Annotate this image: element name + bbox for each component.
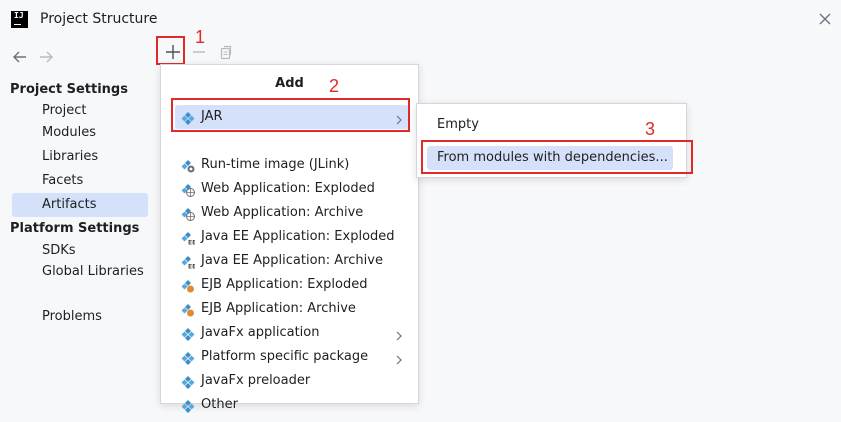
annotation-number-2: 2 <box>329 76 340 96</box>
web-icon <box>181 182 195 197</box>
svg-text:EE: EE <box>188 240 195 246</box>
sidebar-item-project[interactable]: Project <box>12 99 148 123</box>
title-bar: IJ Project Structure <box>0 0 841 40</box>
chevron-right-icon <box>395 327 403 341</box>
sidebar-item-modules[interactable]: Modules <box>12 121 148 145</box>
artifact-icon <box>181 398 195 413</box>
back-arrow-icon[interactable] <box>10 48 30 66</box>
ejb-icon <box>181 278 195 293</box>
svg-text:EE: EE <box>188 264 195 270</box>
forward-arrow-icon[interactable] <box>36 48 56 66</box>
menu-item-javafx-preloader[interactable]: JavaFx preloader <box>175 369 409 393</box>
sidebar-item-artifacts[interactable]: Artifacts <box>12 193 148 217</box>
menu-item-web-app-archive[interactable]: Web Application: Archive <box>175 201 409 225</box>
menu-item-web-app-exploded[interactable]: Web Application: Exploded <box>175 177 409 201</box>
menu-item-label: JavaFx application <box>201 325 320 340</box>
annotation-number-3: 3 <box>645 119 656 139</box>
artifact-icon <box>181 374 195 389</box>
javaee-icon: EE <box>181 254 196 271</box>
project-settings-heading: Project Settings <box>10 82 128 97</box>
menu-item-label: JavaFx preloader <box>201 373 311 388</box>
add-menu-title: Add <box>275 76 304 91</box>
jar-submenu: Empty From modules with dependencies... <box>416 103 687 178</box>
intellij-logo-icon: IJ <box>11 11 28 28</box>
menu-item-ejb-app-exploded[interactable]: EJB Application: Exploded <box>175 273 409 297</box>
platform-settings-heading: Platform Settings <box>10 221 140 236</box>
sidebar-item-problems[interactable]: Problems <box>12 305 148 329</box>
menu-item-javaee-app-archive[interactable]: EE Java EE Application: Archive <box>175 249 409 273</box>
close-icon[interactable] <box>816 10 834 28</box>
menu-item-label: EJB Application: Exploded <box>201 277 368 292</box>
add-popup-menu: Add JAR Run-time image (JLink) Web Applica… <box>160 64 419 413</box>
annotation-number-1: 1 <box>195 27 206 47</box>
artifact-icon <box>181 350 195 365</box>
menu-item-jar[interactable]: JAR <box>175 105 409 129</box>
menu-item-label: Run-time image (JLink) <box>201 157 350 172</box>
submenu-item-from-modules[interactable]: From modules with dependencies... <box>427 146 673 170</box>
jlink-icon <box>181 158 195 173</box>
menu-item-runtime-image-jlink[interactable]: Run-time image (JLink) <box>175 153 409 177</box>
javaee-icon: EE <box>181 230 196 247</box>
artifact-icon <box>181 326 195 341</box>
menu-item-ejb-app-archive[interactable]: EJB Application: Archive <box>175 297 409 321</box>
menu-item-label: Java EE Application: Archive <box>201 253 383 268</box>
menu-item-label: EJB Application: Archive <box>201 301 356 316</box>
menu-item-label: Other <box>201 397 238 412</box>
menu-item-other[interactable]: Other <box>175 393 409 417</box>
menu-item-platform-specific-package[interactable]: Platform specific package <box>175 345 409 369</box>
menu-item-label: Web Application: Archive <box>201 205 364 220</box>
ejb-icon <box>181 302 195 317</box>
submenu-item-empty[interactable]: Empty <box>427 113 673 137</box>
chevron-right-icon <box>395 351 403 365</box>
menu-item-label: Web Application: Exploded <box>201 181 375 196</box>
sidebar-item-facets[interactable]: Facets <box>12 169 148 193</box>
menu-item-javafx-application[interactable]: JavaFx application <box>175 321 409 345</box>
menu-item-label: JAR <box>201 109 223 124</box>
window-title: Project Structure <box>40 11 158 27</box>
web-icon <box>181 206 195 221</box>
menu-item-label: Java EE Application: Exploded <box>201 229 395 244</box>
menu-item-label: Platform specific package <box>201 349 369 364</box>
copy-icon[interactable] <box>218 44 234 60</box>
artifact-icon <box>181 110 195 125</box>
add-plus-icon[interactable] <box>162 42 184 62</box>
menu-item-javaee-app-exploded[interactable]: EE Java EE Application: Exploded <box>175 225 409 249</box>
sidebar-item-global-libraries[interactable]: Global Libraries <box>12 260 148 284</box>
sidebar-item-libraries[interactable]: Libraries <box>12 145 148 169</box>
chevron-right-icon <box>395 111 403 125</box>
